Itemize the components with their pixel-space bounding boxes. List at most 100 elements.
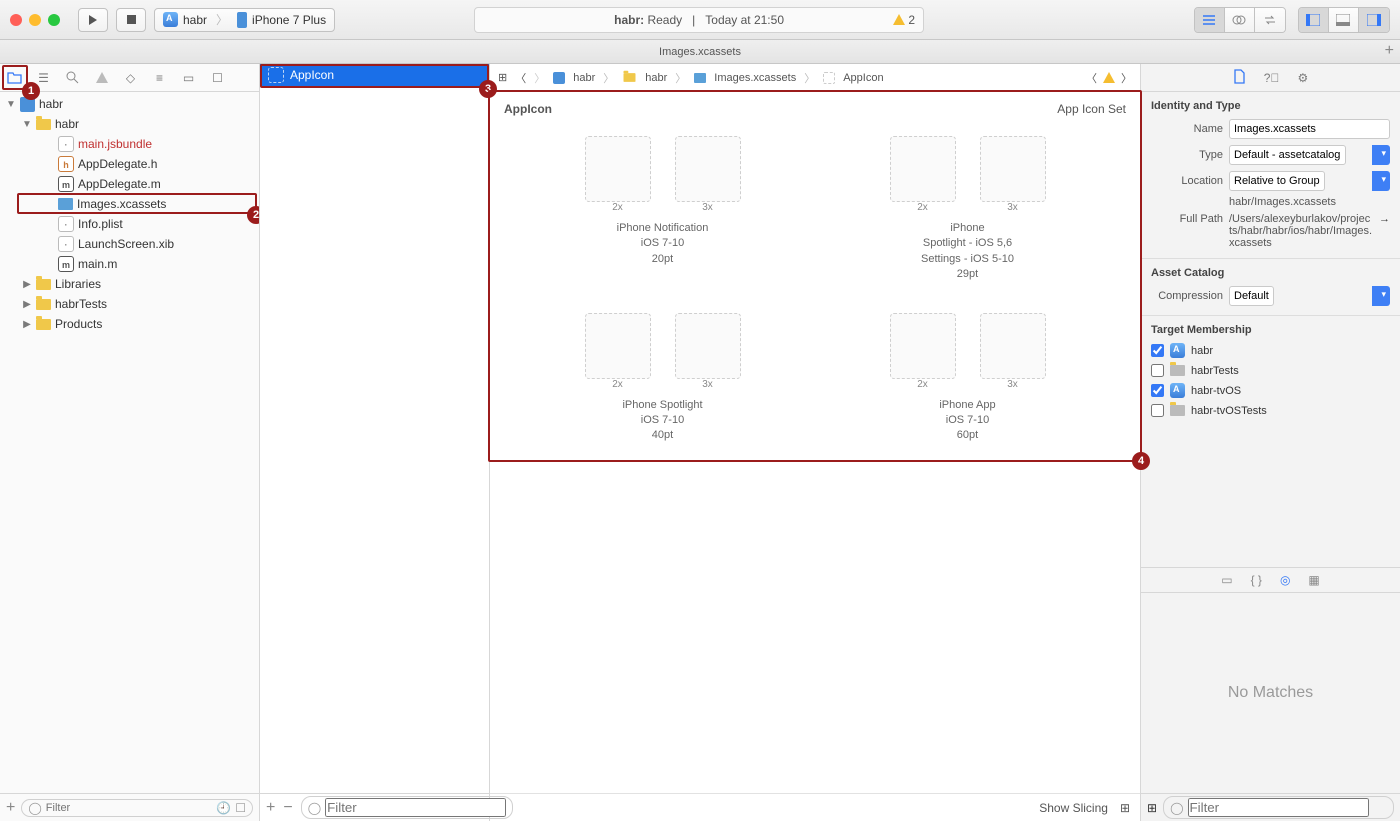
tree-file-main-m[interactable]: mmain.m — [0, 254, 259, 274]
left-panel-toggle[interactable] — [1299, 8, 1329, 32]
prev-issue-button[interactable]: 〈 — [1086, 70, 1097, 86]
type-select[interactable]: Default - assetcatalog — [1229, 145, 1346, 165]
document-tab-bar: Images.xcassets + — [0, 40, 1400, 64]
file-inspector-icon[interactable] — [1233, 69, 1246, 87]
status-sep: | — [692, 13, 695, 27]
tree-file-info-plist[interactable]: ·Info.plist — [0, 214, 259, 234]
tree-folder-habr[interactable]: ▼habr — [0, 114, 259, 134]
version-editor-button[interactable] — [1255, 8, 1285, 32]
code-snippet-library-icon[interactable]: { } — [1251, 573, 1262, 587]
library-filter[interactable]: ◯ — [1163, 796, 1394, 819]
add-asset-button[interactable]: + — [266, 799, 275, 817]
standard-editor-button[interactable] — [1195, 8, 1225, 32]
arrows-icon — [1263, 13, 1277, 27]
annotation-badge-2: 2 — [247, 206, 259, 224]
back-button[interactable]: 〈 — [515, 70, 526, 86]
document-tab[interactable]: Images.xcassets — [659, 46, 741, 58]
target-checkbox[interactable] — [1151, 364, 1164, 377]
warning-icon — [893, 14, 905, 25]
target-membership-row: habr-tvOS — [1141, 380, 1400, 401]
filter-icon: ◯ — [308, 801, 321, 815]
navigator-filter-input[interactable] — [46, 802, 213, 814]
right-panel-toggle[interactable] — [1359, 8, 1389, 32]
scheme-selector[interactable]: habr 〉 iPhone 7 Plus — [154, 8, 335, 32]
crumb-3[interactable]: Images.xcassets — [714, 72, 796, 84]
scheme-device: iPhone 7 Plus — [252, 13, 326, 27]
tree-file-launchscreen[interactable]: ·LaunchScreen.xib — [0, 234, 259, 254]
tree-folder-habrtests[interactable]: ▶habrTests — [0, 294, 259, 314]
forward-button[interactable]: 〉 — [534, 70, 545, 86]
tree-file-mainjsbundle[interactable]: ·main.jsbundle — [0, 134, 259, 154]
crumb-2[interactable]: habr — [645, 72, 667, 84]
folder-icon — [36, 119, 51, 130]
compression-label: Compression — [1151, 290, 1223, 302]
reveal-path-icon[interactable]: → — [1379, 213, 1390, 225]
test-navigator-icon[interactable]: ◇ — [122, 69, 139, 86]
issue-navigator-icon[interactable] — [93, 69, 110, 86]
stop-button[interactable] — [116, 8, 146, 32]
asset-filter-input[interactable] — [325, 798, 506, 817]
folder-icon — [36, 299, 51, 310]
editor-footer: Show Slicing ⊞ — [490, 793, 1140, 821]
right-panel-icon — [1367, 14, 1381, 26]
object-library-icon[interactable]: ◎ — [1280, 573, 1290, 587]
zoom-window-icon[interactable] — [48, 14, 60, 26]
breakpoint-navigator-icon[interactable]: ▭ — [180, 69, 197, 86]
run-button[interactable] — [78, 8, 108, 32]
remove-asset-button[interactable]: − — [283, 799, 292, 817]
location-select[interactable]: Relative to Group — [1229, 171, 1325, 191]
target-checkbox[interactable] — [1151, 384, 1164, 397]
source-control-navigator-icon[interactable]: ☰ — [35, 69, 52, 86]
library-filter-input[interactable] — [1188, 798, 1369, 817]
tree-file-appdelegate-m[interactable]: mAppDelegate.m — [0, 174, 259, 194]
impl-file-icon: m — [58, 256, 74, 272]
name-field[interactable] — [1229, 119, 1390, 139]
next-issue-button[interactable]: 〉 — [1121, 70, 1132, 86]
new-tab-button[interactable]: + — [1385, 42, 1394, 60]
show-slicing-button[interactable]: Show Slicing — [1039, 801, 1108, 815]
appiconset-icon — [823, 72, 835, 84]
library-selector: ▭ { } ◎ ▦ — [1141, 567, 1400, 593]
tree-file-appdelegate-h[interactable]: hAppDelegate.h — [0, 154, 259, 174]
tree-folder-libraries[interactable]: ▶Libraries — [0, 274, 259, 294]
add-button[interactable]: + — [6, 799, 15, 817]
target-checkbox[interactable] — [1151, 344, 1164, 357]
assistant-editor-button[interactable] — [1225, 8, 1255, 32]
target-membership-row: habr — [1141, 340, 1400, 361]
navigator-filter[interactable]: ◯ 🕘 ☐ — [21, 799, 253, 817]
tree-folder-products[interactable]: ▶Products — [0, 314, 259, 334]
report-navigator-icon[interactable]: ☐ — [209, 69, 226, 86]
file-icon: · — [58, 136, 74, 152]
bottom-panel-icon — [1336, 14, 1350, 26]
file-template-library-icon[interactable]: ▭ — [1221, 573, 1232, 587]
target-name: habrTests — [1191, 365, 1239, 377]
attributes-inspector-icon[interactable]: ⚙︎ — [1297, 71, 1308, 85]
asset-filter[interactable]: ◯ — [301, 796, 513, 819]
media-library-icon[interactable]: ▦ — [1308, 573, 1319, 587]
crumb-1[interactable]: habr — [573, 72, 595, 84]
quick-help-icon[interactable]: ?⃝ — [1264, 71, 1280, 85]
status-state: Ready — [647, 13, 682, 27]
asset-outline: AppIcon 3 + − ◯ — [260, 64, 490, 821]
bottom-panel-toggle[interactable] — [1329, 8, 1359, 32]
tree-label: habr — [55, 117, 79, 131]
issues-indicator[interactable]: 2 — [893, 13, 915, 27]
compression-select[interactable]: Default — [1229, 286, 1274, 306]
location-path: habr/Images.xcassets — [1141, 194, 1400, 210]
related-items-icon[interactable]: ⊞ — [498, 71, 507, 84]
lines-icon — [1202, 13, 1216, 27]
minimize-window-icon[interactable] — [29, 14, 41, 26]
recent-filter-icon[interactable]: 🕘 — [216, 801, 231, 815]
tree-project-root[interactable]: ▼habr — [0, 94, 259, 114]
view-mode-grid-icon[interactable]: ⊞ — [1120, 801, 1130, 815]
target-checkbox[interactable] — [1151, 404, 1164, 417]
debug-navigator-icon[interactable]: ≡ — [151, 69, 168, 86]
close-window-icon[interactable] — [10, 14, 22, 26]
editor-mode-segment — [1194, 7, 1286, 33]
library-view-icon[interactable]: ⊞ — [1147, 801, 1157, 815]
symbol-navigator-icon[interactable] — [64, 69, 81, 86]
asset-outline-footer: + − ◯ — [260, 793, 489, 821]
jump-bar: ⊞ 〈 〉 habr〉 habr〉 Images.xcassets〉 AppIc… — [490, 64, 1140, 92]
crumb-4[interactable]: AppIcon — [843, 72, 883, 84]
scm-filter-icon[interactable]: ☐ — [235, 801, 246, 815]
